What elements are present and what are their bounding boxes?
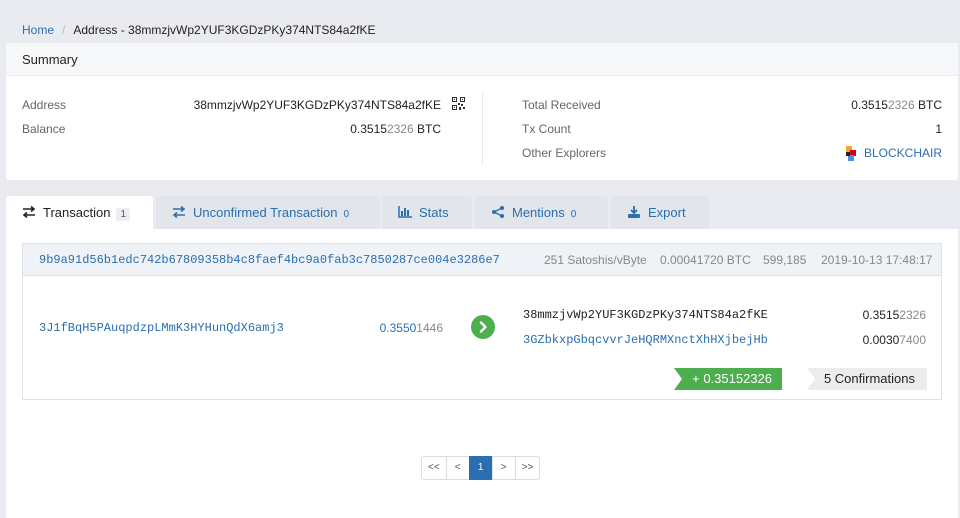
address-label: Address — [22, 98, 67, 112]
tab-unconfirmed-transaction[interactable]: Unconfirmed Transaction 0 — [156, 196, 380, 229]
summary-divider — [482, 93, 483, 165]
page-next-button[interactable]: > — [491, 456, 516, 480]
summary-card: Summary Address 38mmzjvWp2YUF3KGDzPKy374… — [6, 43, 958, 180]
tab-transaction-label: Transaction — [43, 205, 111, 220]
tab-unconfirmed-count: 0 — [343, 209, 350, 220]
address-value-row: 38mmzjvWp2YUF3KGDzPKy374NTS84a2fKE — [166, 97, 441, 113]
tab-mentions[interactable]: Mentions 0 — [475, 196, 608, 229]
address-value: 38mmzjvWp2YUF3KGDzPKy374NTS84a2fKE — [193, 98, 441, 112]
blockchair-link-label[interactable]: BLOCKCHAIR — [864, 146, 942, 160]
output-amount-own-faded-digits: 2326 — [899, 308, 926, 322]
block-height[interactable]: 599,185 — [763, 253, 806, 267]
input-amount-main: 0.3550 — [379, 321, 417, 335]
share-icon — [491, 197, 505, 218]
total-received-faded-digits: 2326 — [887, 98, 915, 112]
balance-value: 0.35152326 BTC — [166, 121, 441, 137]
tab-transaction[interactable]: Transaction 1 — [6, 196, 153, 230]
output-amount: 0.00307400 — [823, 333, 926, 347]
confirmations-badge: 5 Confirmations — [807, 368, 927, 390]
breadcrumb-separator: / — [62, 23, 66, 37]
total-received-value: 0.35152326 BTC — [706, 97, 942, 113]
input-amount: 0.35501446 — [343, 321, 443, 335]
received-amount-badge: + 0.35152326 — [674, 368, 782, 390]
transaction-hash-link[interactable]: 9b9a91d56b1edc742b67809358b4c8faef4bc9a0… — [39, 253, 500, 267]
output-amount-own: 0.35152326 — [823, 308, 926, 322]
tab-export[interactable]: Export — [611, 196, 709, 229]
tab-mentions-count: 0 — [570, 209, 577, 220]
breadcrumb-current: Address - 38mmzjvWp2YUF3KGDzPKy374NTS84a… — [73, 23, 376, 37]
tx-count-label: Tx Count — [522, 122, 571, 136]
blockchair-icon — [845, 145, 858, 162]
balance-main: 0.3515 — [350, 122, 387, 136]
output-address-link[interactable]: 3GZbkxpGbqcvvrJeHQRMXnctXhHXjbejHb — [523, 333, 768, 347]
balance-label: Balance — [22, 122, 66, 136]
input-address-link[interactable]: 3J1fBqH5PAuqpdzpLMmK3HYHunQdX6amj3 — [39, 321, 284, 335]
breadcrumb-home-link[interactable]: Home — [22, 23, 54, 37]
bar-chart-icon — [398, 197, 412, 218]
tab-mentions-label: Mentions — [512, 205, 565, 220]
output-amount-faded-digits: 7400 — [899, 333, 926, 347]
page-first-button[interactable]: << — [421, 456, 447, 480]
transaction-time: 2019-10-13 17:48:17 — [821, 253, 933, 267]
blockchair-link[interactable]: BLOCKCHAIR — [706, 145, 942, 161]
output-amount-own-main: 0.3515 — [862, 308, 900, 322]
page-last-button[interactable]: >> — [514, 456, 541, 480]
balance-unit: BTC — [413, 122, 441, 136]
tab-transaction-count: 1 — [116, 208, 130, 221]
total-received-unit: BTC — [914, 98, 942, 112]
qr-code-icon[interactable] — [452, 97, 465, 110]
transaction-card: 9b9a91d56b1edc742b67809358b4c8faef4bc9a0… — [22, 243, 942, 400]
summary-title: Summary — [6, 43, 958, 76]
output-address-own: 38mmzjvWp2YUF3KGDzPKy374NTS84a2fKE — [523, 308, 768, 322]
transfer-icon — [172, 197, 186, 219]
output-amount-main: 0.0030 — [862, 333, 900, 347]
transfer-icon — [22, 197, 36, 219]
download-icon — [627, 197, 641, 218]
balance-faded-digits: 2326 — [386, 122, 414, 136]
pagination: << < 1 > >> — [421, 456, 541, 480]
fee-rate: 251 Satoshis/vByte — [544, 253, 647, 267]
tab-unconfirmed-label: Unconfirmed Transaction — [193, 205, 338, 220]
other-explorers-label: Other Explorers — [522, 146, 607, 160]
transaction-fee: 0.00041720 BTC — [660, 253, 751, 267]
tx-count-value: 1 — [935, 122, 942, 136]
total-received-main: 0.3515 — [851, 98, 888, 112]
total-received-label: Total Received — [522, 98, 601, 112]
arrow-right-icon[interactable] — [471, 315, 495, 339]
page-prev-button[interactable]: < — [445, 456, 470, 480]
tab-stats[interactable]: Stats — [382, 196, 472, 229]
page-current-button[interactable]: 1 — [468, 456, 493, 480]
input-amount-faded-digits: 1446 — [416, 321, 443, 335]
breadcrumb: Home / Address - 38mmzjvWp2YUF3KGDzPKy374N… — [22, 22, 375, 38]
tab-export-label: Export — [648, 205, 686, 220]
tab-stats-label: Stats — [419, 205, 449, 220]
transaction-header: 9b9a91d56b1edc742b67809358b4c8faef4bc9a0… — [23, 244, 941, 276]
